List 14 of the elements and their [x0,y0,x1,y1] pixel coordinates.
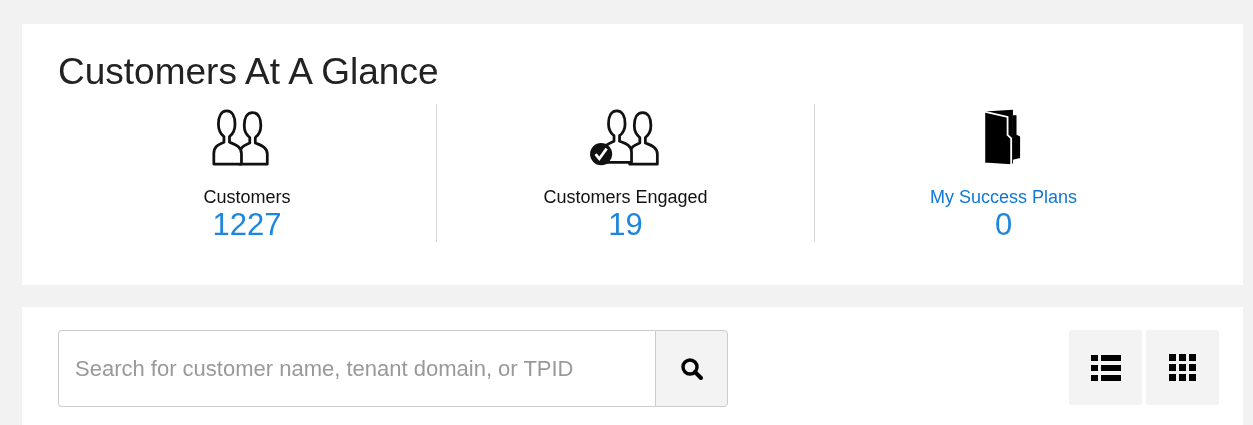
search-button[interactable] [655,330,728,407]
search-icon [679,356,704,381]
search-field[interactable]: Search for customer name, tenant domain, or TPID [58,330,655,407]
stat-value: 19 [608,208,643,242]
grid-view-button[interactable] [1146,330,1219,405]
section-title: Customers At A Glance [58,50,440,94]
stat-label: Customers [203,187,291,208]
list-icon [1090,354,1121,381]
list-view-button[interactable] [1069,330,1142,405]
grid-icon [1168,353,1197,382]
stat-value: 1227 [212,208,282,242]
stat-label: Customers Engaged [543,187,708,208]
stat-link[interactable]: My Success Plans [929,187,1078,208]
stat-value: 0 [994,208,1013,242]
